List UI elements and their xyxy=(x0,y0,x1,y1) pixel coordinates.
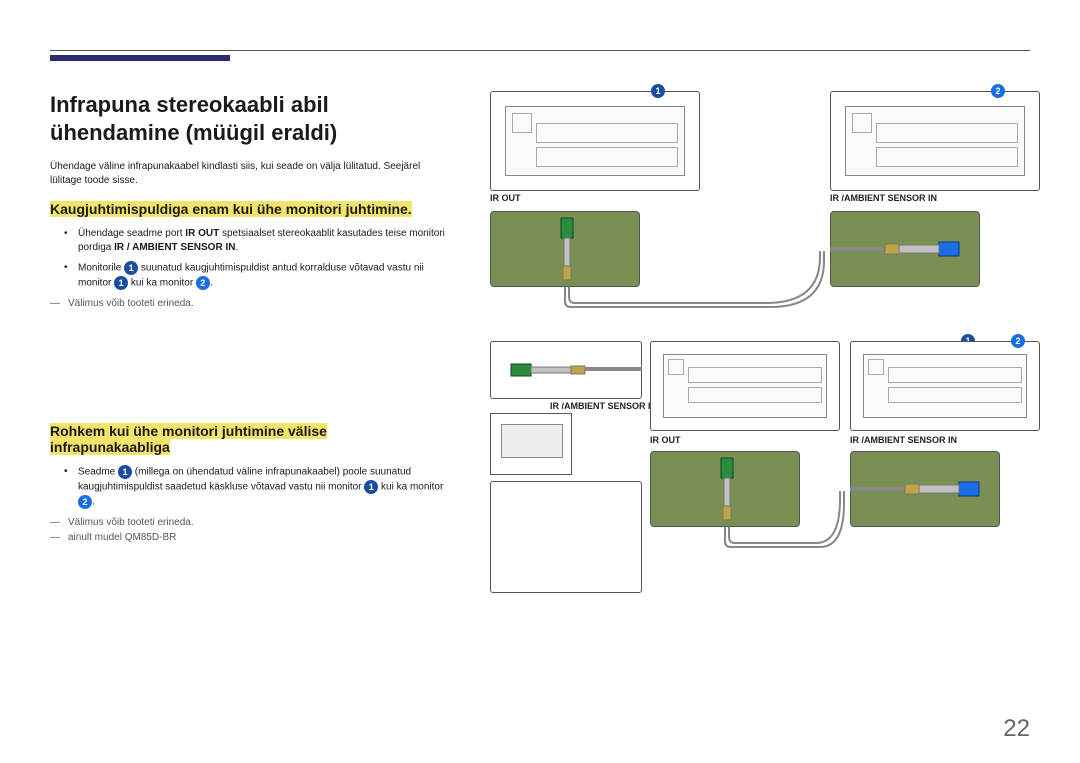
cable-2-icon xyxy=(490,341,1050,601)
badge-2-icon: 2 xyxy=(78,495,92,509)
diagram-1: 1 2 IR OUT IR /AMBIENT SENSOR IN xyxy=(490,91,1050,311)
badge-1-icon: 1 xyxy=(118,465,132,479)
section1-bullet2: Monitorile 1 suunatud kaugjuhtimispuldis… xyxy=(78,261,450,290)
section1-title: Kaugjuhtimispuldiga enam kui ühe monitor… xyxy=(50,201,450,217)
header-accent-bar xyxy=(50,55,230,61)
text-column: Infrapuna stereokaabli abil ühendamine (… xyxy=(50,91,450,601)
diagram-2: IR /AMBIENT SENSOR IN 1 IR OUT xyxy=(490,341,1050,601)
diagram-column: 1 2 IR OUT IR /AMBIENT SENSOR IN xyxy=(490,91,1030,601)
cable-1-icon xyxy=(490,91,1050,311)
section2-bullet1: Seadme 1 (millega on ühendatud väline in… xyxy=(78,465,450,509)
section2-title: Rohkem kui ühe monitori juhtimine välise… xyxy=(50,423,450,455)
section2-footnote2: ainult mudel QM85D-BR xyxy=(50,532,450,543)
badge-1-icon: 1 xyxy=(114,276,128,290)
intro-text: Ühendage väline infrapunakaabel kindlast… xyxy=(50,160,450,187)
badge-1-icon: 1 xyxy=(124,261,138,275)
section2-footnote1: Välimus võib tooteti erineda. xyxy=(50,517,450,528)
badge-1-icon: 1 xyxy=(364,480,378,494)
section1-bullet1: Ühendage seadme port IR OUT spetsiaalset… xyxy=(78,227,450,255)
page-title: Infrapuna stereokaabli abil ühendamine (… xyxy=(50,91,450,146)
section1-footnote: Välimus võib tooteti erineda. xyxy=(50,298,450,309)
badge-2-icon: 2 xyxy=(196,276,210,290)
page-number: 22 xyxy=(1003,715,1030,743)
